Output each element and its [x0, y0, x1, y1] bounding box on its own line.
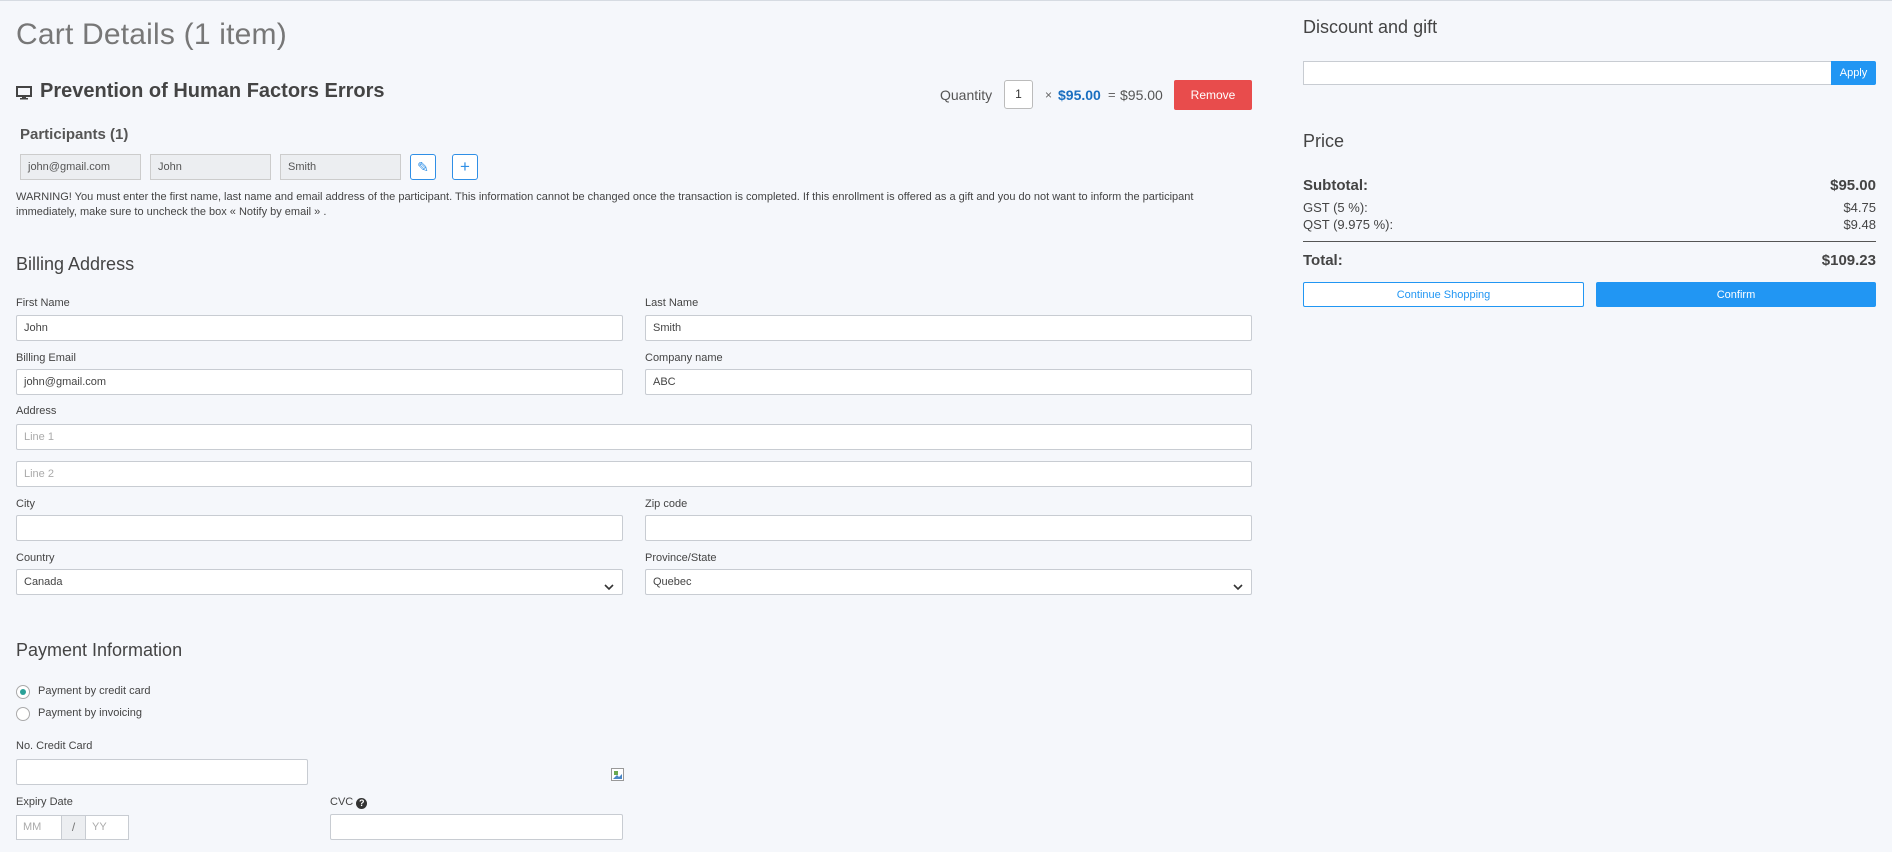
cvc-field[interactable]	[330, 814, 623, 840]
page-title: Cart Details (1 item)	[16, 18, 287, 51]
country-value: Canada	[24, 576, 63, 588]
cart-item: Prevention of Human Factors Errors Quant…	[16, 78, 1252, 114]
address-line1-field[interactable]: Line 1	[16, 424, 1252, 450]
quantity-label: Quantity	[940, 87, 993, 103]
quantity-input[interactable]: 1	[1004, 80, 1033, 109]
first-name-field[interactable]: John	[16, 315, 623, 341]
credit-card-field[interactable]	[16, 759, 308, 785]
address-label: Address	[16, 405, 57, 417]
zip-field[interactable]	[645, 515, 1252, 541]
price-divider	[1303, 241, 1876, 242]
company-label: Company name	[645, 352, 723, 364]
discount-title: Discount and gift	[1303, 17, 1438, 37]
billing-email-field[interactable]: john@gmail.com	[16, 369, 623, 395]
discount-code-input[interactable]	[1303, 61, 1832, 85]
expiry-year-field[interactable]: YY	[92, 821, 107, 833]
billing-email-label: Billing Email	[16, 352, 76, 364]
equals-sign: =	[1108, 87, 1116, 102]
plus-icon: +	[460, 157, 470, 176]
broken-image-icon	[611, 768, 624, 781]
expiry-separator: /	[61, 816, 86, 839]
province-label: Province/State	[645, 552, 717, 564]
city-field[interactable]	[16, 515, 623, 541]
price-title: Price	[1303, 131, 1345, 151]
total-value: $109.23	[1821, 252, 1876, 269]
continue-shopping-button[interactable]: Continue Shopping	[1303, 282, 1584, 307]
credit-card-radio-label[interactable]: Payment by credit card	[38, 685, 151, 697]
cart-summary: Discount and gift Apply Price Subtotal: …	[1303, 0, 1876, 852]
province-select[interactable]: Quebec	[645, 569, 1252, 595]
cvc-label: CVC?	[330, 796, 368, 809]
help-icon[interactable]: ?	[356, 798, 368, 809]
billing-title: Billing Address	[16, 254, 135, 274]
participants-title: Participants (1)	[20, 126, 129, 143]
subtotal-value: $95.00	[1830, 177, 1876, 194]
expiry-month-field[interactable]: MM	[23, 821, 41, 833]
add-participant-button[interactable]: +	[452, 154, 478, 180]
cvc-label-text: CVC	[330, 796, 354, 808]
invoicing-radio[interactable]	[16, 707, 30, 721]
expiry-label: Expiry Date	[16, 796, 73, 808]
city-label: City	[16, 498, 35, 510]
invoicing-radio-label[interactable]: Payment by invoicing	[38, 707, 142, 719]
chevron-down-icon	[604, 577, 614, 591]
times-sign: ×	[1045, 88, 1053, 102]
last-name-field[interactable]: Smith	[645, 315, 1252, 341]
address-line2-field[interactable]: Line 2	[16, 461, 1252, 487]
edit-participant-button[interactable]: ✎	[410, 154, 436, 180]
monitor-icon	[16, 86, 32, 100]
subtotal-label: Subtotal:	[1303, 177, 1368, 194]
qst-label: QST (9.975 %):	[1303, 217, 1394, 232]
credit-card-label: No. Credit Card	[16, 740, 93, 752]
course-title: Prevention of Human Factors Errors	[40, 80, 385, 102]
total-label: Total:	[1303, 252, 1343, 269]
first-name-label: First Name	[16, 297, 70, 309]
company-field[interactable]: ABC	[645, 369, 1252, 395]
credit-card-radio[interactable]	[16, 685, 30, 699]
confirm-button[interactable]: Confirm	[1596, 282, 1876, 307]
expiry-input-group[interactable]: MM / YY	[16, 815, 129, 840]
last-name-label: Last Name	[645, 297, 699, 309]
pencil-icon: ✎	[417, 159, 429, 175]
province-value: Quebec	[653, 576, 692, 588]
gst-label: GST (5 %):	[1303, 200, 1368, 215]
payment-title: Payment Information	[16, 640, 183, 660]
apply-discount-button[interactable]: Apply	[1831, 61, 1876, 85]
cart-main: Cart Details (1 item) Prevention of Huma…	[16, 0, 1252, 852]
participant-last-name-field[interactable]: Smith	[280, 154, 401, 180]
qst-value: $9.48	[1843, 217, 1876, 232]
country-label: Country	[16, 552, 55, 564]
chevron-down-icon	[1233, 577, 1243, 591]
participant-first-name-field[interactable]: John	[150, 154, 271, 180]
gst-value: $4.75	[1843, 200, 1876, 215]
line-total: $95.00	[1120, 87, 1163, 103]
participant-email-field[interactable]: john@gmail.com	[20, 154, 141, 180]
participant-warning: WARNING! You must enter the first name, …	[16, 191, 1194, 218]
unit-price: $95.00	[1058, 87, 1101, 103]
remove-button[interactable]: Remove	[1174, 80, 1252, 110]
zip-label: Zip code	[645, 498, 688, 510]
country-select[interactable]: Canada	[16, 569, 623, 595]
